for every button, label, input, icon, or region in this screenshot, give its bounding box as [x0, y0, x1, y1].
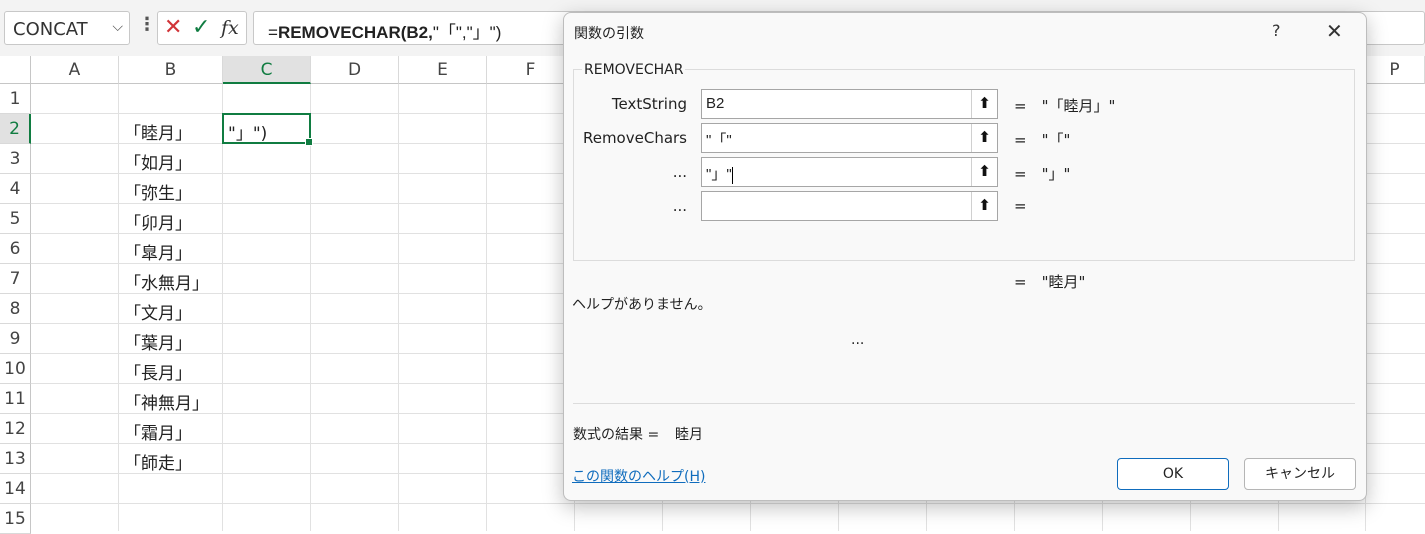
cell-b13[interactable]: 「師走」	[124, 449, 192, 474]
arg-value: "「"	[706, 132, 732, 149]
cell-b5[interactable]: 「卯月」	[124, 209, 192, 234]
row-header-5[interactable]: 5	[0, 204, 31, 234]
cell-b10[interactable]: 「長月」	[124, 359, 192, 384]
arg-label-extra-1: ...	[672, 163, 687, 181]
collapse-dialog-icon[interactable]: ⬆	[971, 90, 997, 118]
gridline	[310, 84, 311, 531]
cell-c2-editing: "」")	[228, 124, 268, 144]
formula-buttons: ✕ ✓ fx	[157, 11, 247, 45]
text-caret	[731, 166, 733, 184]
arg-input-removechars[interactable]: "「" ⬆	[701, 123, 998, 153]
arg-result-extra-2: =	[1014, 197, 1027, 215]
row-header-6[interactable]: 6	[0, 234, 31, 264]
row-header-11[interactable]: 11	[0, 384, 31, 414]
fill-handle[interactable]	[305, 138, 313, 146]
arg-result-extra-1: = "」"	[1014, 165, 1071, 183]
close-icon[interactable]: ✕	[1326, 19, 1343, 43]
row-header-3[interactable]: 3	[0, 144, 31, 174]
help-icon[interactable]: ?	[1272, 21, 1281, 40]
column-header-c[interactable]: C	[223, 56, 311, 84]
formula-text: =REMOVECHAR(B2,"「","」")	[268, 23, 502, 42]
function-name: REMOVECHAR	[582, 62, 686, 78]
checkmark-icon[interactable]: ✓	[192, 15, 210, 40]
column-header-e[interactable]: E	[399, 56, 487, 84]
row-header-2[interactable]: 2	[0, 114, 31, 144]
row-header-14[interactable]: 14	[0, 474, 31, 504]
row-header-8[interactable]: 8	[0, 294, 31, 324]
divider	[573, 403, 1355, 404]
row-header-10[interactable]: 10	[0, 354, 31, 384]
name-box-value: CONCAT	[13, 19, 88, 40]
gridline	[486, 84, 487, 531]
row-header-15[interactable]: 15	[0, 504, 31, 534]
arg-value: "」"	[706, 166, 733, 184]
column-header-p[interactable]: P	[1365, 56, 1425, 84]
formula-result-value: 睦月	[675, 427, 703, 443]
gridline	[398, 84, 399, 531]
function-help-link[interactable]: この関数のヘルプ(H)	[572, 466, 705, 486]
arg-input-textstring[interactable]: B2 ⬆	[701, 89, 998, 119]
argument-description: ...	[851, 332, 865, 348]
cell-b12[interactable]: 「霜月」	[124, 419, 192, 444]
select-all-corner[interactable]	[0, 56, 31, 84]
column-header-f[interactable]: F	[487, 56, 575, 84]
arg-label-removechars: RemoveChars	[582, 129, 687, 147]
row-header-1[interactable]: 1	[0, 84, 31, 114]
ok-button[interactable]: OK	[1117, 458, 1229, 490]
arg-result-textstring: = "「睦月」"	[1014, 97, 1116, 115]
collapse-dialog-icon[interactable]: ⬆	[971, 192, 997, 220]
arg-label-textstring: TextString	[611, 95, 687, 113]
gridline	[31, 503, 1425, 504]
dialog-title: 関数の引数	[574, 26, 644, 42]
column-header-d[interactable]: D	[311, 56, 399, 84]
arg-label-extra-2: ...	[672, 197, 687, 215]
arg-input-extra-1[interactable]: "」" ⬆	[701, 157, 998, 187]
cell-b7[interactable]: 「水無月」	[124, 269, 209, 294]
overall-result: = "睦月"	[1014, 273, 1086, 291]
gridline	[118, 84, 119, 531]
more-options-icon[interactable]: ⋮	[138, 14, 156, 35]
name-box[interactable]: CONCAT ⌵	[4, 11, 130, 45]
collapse-dialog-icon[interactable]: ⬆	[971, 158, 997, 186]
row-header-4[interactable]: 4	[0, 174, 31, 204]
active-cell-c2[interactable]: "」")	[222, 113, 313, 146]
cell-b6[interactable]: 「皐月」	[124, 239, 192, 264]
cell-b4[interactable]: 「弥生」	[124, 179, 192, 204]
cancel-x-icon[interactable]: ✕	[164, 15, 182, 40]
description-text: ヘルプがありません。	[572, 297, 712, 313]
column-header-a[interactable]: A	[31, 56, 119, 84]
formula-result-label: 数式の結果 =	[573, 427, 660, 443]
arg-result-removechars: = "「"	[1014, 131, 1071, 149]
cell-b8[interactable]: 「文月」	[124, 299, 192, 324]
chevron-down-icon[interactable]: ⌵	[112, 19, 123, 35]
arg-input-extra-2[interactable]: ⬆	[701, 191, 998, 221]
row-header-13[interactable]: 13	[0, 444, 31, 474]
column-header-b[interactable]: B	[119, 56, 223, 84]
cell-b2[interactable]: 「睦月」	[124, 119, 192, 144]
row-header-9[interactable]: 9	[0, 324, 31, 354]
row-header-12[interactable]: 12	[0, 414, 31, 444]
cell-b11[interactable]: 「神無月」	[124, 389, 209, 414]
row-header-7[interactable]: 7	[0, 264, 31, 294]
collapse-dialog-icon[interactable]: ⬆	[971, 124, 997, 152]
function-arguments-dialog: 関数の引数 ? ✕ REMOVECHAR TextString B2 ⬆ = "…	[563, 12, 1367, 501]
cell-b9[interactable]: 「葉月」	[124, 329, 192, 354]
gridline	[222, 84, 223, 531]
cancel-button[interactable]: キャンセル	[1244, 458, 1356, 490]
insert-function-icon[interactable]: fx	[221, 17, 239, 39]
cell-b3[interactable]: 「如月」	[124, 149, 192, 174]
arg-value: B2	[706, 95, 725, 112]
